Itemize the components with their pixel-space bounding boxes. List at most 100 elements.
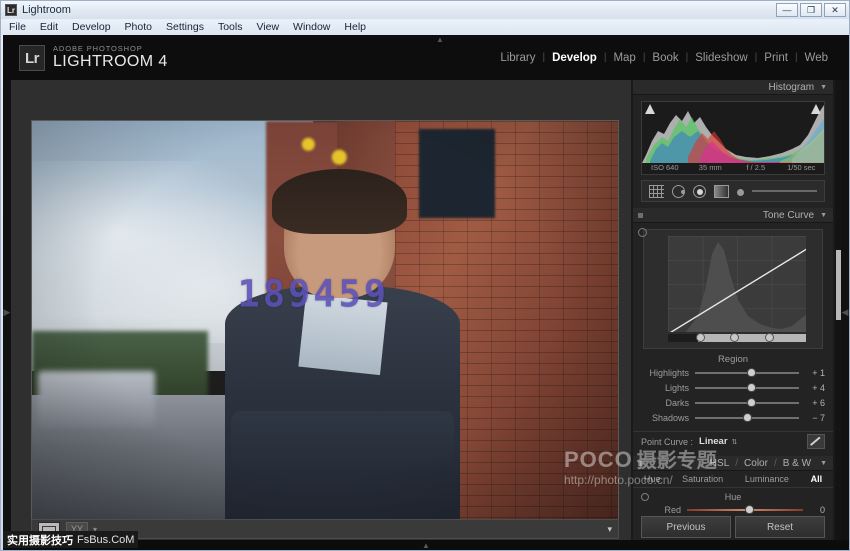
panel-enable-switch[interactable] (638, 213, 643, 218)
menu-item-photo[interactable]: Photo (125, 21, 152, 33)
slider-track-highlights[interactable] (695, 372, 799, 374)
tool-size-slider[interactable] (752, 190, 817, 192)
menu-item-develop[interactable]: Develop (72, 21, 111, 33)
module-web[interactable]: Web (798, 52, 835, 64)
right-panel: Histogram ▼ ISO 640 35 mm (633, 80, 833, 545)
hsl-title-separator: / (771, 458, 780, 469)
spot-removal-icon[interactable] (672, 185, 685, 198)
graduated-filter-icon[interactable] (714, 185, 729, 198)
slider-value-highlights[interactable]: + 1 (799, 368, 825, 378)
midtone-split-handle[interactable] (730, 333, 739, 342)
highlights-split-handle[interactable] (765, 333, 774, 342)
hsl-subheader: Hue (725, 492, 742, 502)
slider-knob-shadows[interactable] (743, 413, 752, 422)
menu-item-tools[interactable]: Tools (218, 21, 243, 33)
develop-tool-strip (641, 180, 825, 202)
chevron-down-icon[interactable]: ▼ (820, 84, 827, 91)
shadows-split-handle[interactable] (696, 333, 705, 342)
slider-label-darks: Darks (641, 398, 695, 408)
maximize-button[interactable]: ❐ (800, 3, 822, 17)
close-button[interactable]: ✕ (824, 3, 846, 17)
slider-row-shadows: Shadows− 7 (633, 410, 833, 425)
top-panel-collapse-arrow[interactable]: ▲ (433, 36, 447, 44)
crop-overlay-icon[interactable] (649, 185, 664, 198)
red-eye-icon[interactable] (693, 185, 706, 198)
toolbar-options-icon[interactable]: ▾ (607, 524, 612, 535)
module-library[interactable]: Library (493, 52, 542, 64)
chevron-down-icon[interactable]: ▼ (820, 460, 827, 467)
minimize-button[interactable]: — (776, 3, 798, 17)
targeted-adjustment-icon[interactable] (641, 493, 649, 501)
module-book[interactable]: Book (645, 52, 685, 64)
hsl-enable-switch[interactable] (638, 461, 643, 466)
curve-edit-icon[interactable] (807, 434, 825, 449)
slider-row-highlights: Highlights+ 1 (633, 365, 833, 380)
brand-block: Lr ADOBE PHOTOSHOP LIGHTROOM 4 (19, 44, 168, 71)
menu-item-settings[interactable]: Settings (166, 21, 204, 33)
module-print[interactable]: Print (757, 52, 795, 64)
menu-bar: File Edit Develop Photo Settings Tools View Win… (1, 19, 849, 35)
region-slider-group: Highlights+ 1 Lights + 4 Darks + 6 Shadows− 7 (633, 365, 833, 425)
tone-curve-line (668, 236, 806, 332)
slider-knob-highlights[interactable] (747, 368, 756, 377)
menu-item-view[interactable]: View (256, 21, 279, 33)
panel-action-buttons: Previous Reset (633, 516, 833, 538)
hsl-title-part-hsl[interactable]: HSL (707, 458, 732, 469)
targeted-adjustment-icon[interactable] (638, 228, 647, 237)
hsl-tab-luminance[interactable]: Luminance (745, 474, 789, 484)
hsl-slider-label-red: Red (641, 505, 687, 515)
window-controls: — ❐ ✕ (776, 3, 846, 17)
hsl-tab-hue[interactable]: Hue (644, 474, 661, 484)
hsl-slider-track-red[interactable] (687, 509, 803, 511)
tone-curve-split-bar[interactable] (668, 334, 806, 342)
slider-label-lights: Lights (641, 383, 695, 393)
point-curve-value[interactable]: Linear (699, 436, 728, 447)
histogram-graph[interactable]: ISO 640 35 mm f / 2.5 1/50 sec (641, 101, 825, 175)
module-develop[interactable]: Develop (545, 52, 604, 64)
left-panel-collapse-arrow[interactable]: ▶ (3, 80, 11, 545)
image-canvas: 189459 YY ▾ ▾ (11, 80, 631, 545)
module-map[interactable]: Map (606, 52, 642, 64)
slider-knob-darks[interactable] (747, 398, 756, 407)
menu-item-window[interactable]: Window (293, 21, 330, 33)
slider-track-darks[interactable] (695, 402, 799, 404)
menu-item-help[interactable]: Help (344, 21, 366, 33)
tone-curve-plot[interactable] (668, 236, 806, 332)
chevron-down-icon[interactable]: ▼ (820, 212, 827, 219)
tone-curve-panel-header[interactable]: Tone Curve ▼ (633, 208, 833, 223)
hsl-slider-value-red[interactable]: 0 (803, 505, 825, 515)
previous-button[interactable]: Previous (641, 516, 731, 538)
slider-track-shadows[interactable] (695, 417, 799, 419)
tone-curve-graph[interactable] (643, 229, 823, 349)
exif-shutter-speed: 1/50 sec (779, 163, 825, 174)
menu-item-edit[interactable]: Edit (40, 21, 58, 33)
hsl-slider-knob-red[interactable] (745, 505, 754, 514)
hsl-tab-saturation[interactable]: Saturation (682, 474, 723, 484)
menu-item-file[interactable]: File (9, 21, 26, 33)
module-slideshow[interactable]: Slideshow (688, 52, 754, 64)
photo-vignette (32, 121, 618, 524)
reset-button[interactable]: Reset (735, 516, 825, 538)
photo-preview[interactable]: 189459 (31, 120, 619, 525)
hsl-tab-all[interactable]: All (811, 474, 823, 484)
photo-number-watermark: 189459 (237, 273, 389, 316)
slider-knob-lights[interactable] (747, 383, 756, 392)
hsl-panel-header[interactable]: HSL/Color/B & W ▼ (633, 456, 833, 471)
slider-value-darks[interactable]: + 6 (799, 398, 825, 408)
lightroom-app: Lr ADOBE PHOTOSHOP LIGHTROOM 4 Library|D… (3, 35, 849, 550)
window-titlebar: Lr Lightroom — ❐ ✕ (1, 1, 849, 19)
adjustment-brush-icon[interactable] (737, 189, 744, 196)
slider-value-lights[interactable]: + 4 (799, 383, 825, 393)
slider-track-lights[interactable] (695, 387, 799, 389)
histogram-panel-header[interactable]: Histogram ▼ (633, 80, 833, 95)
tone-curve-title: Tone Curve (763, 210, 814, 221)
histogram-exif: ISO 640 35 mm f / 2.5 1/50 sec (642, 163, 824, 174)
right-panel-collapse-arrow[interactable]: ◀ (841, 80, 849, 545)
window-title: Lightroom (22, 4, 71, 16)
hsl-title-part-bw[interactable]: B & W (780, 458, 814, 469)
hsl-subheader-row: Hue (633, 492, 833, 502)
chevron-updown-icon[interactable]: ⇅ (732, 438, 738, 446)
slider-value-shadows[interactable]: − 7 (799, 413, 825, 423)
hsl-title-part-color[interactable]: Color (741, 458, 771, 469)
point-curve-label: Point Curve : (641, 437, 693, 447)
